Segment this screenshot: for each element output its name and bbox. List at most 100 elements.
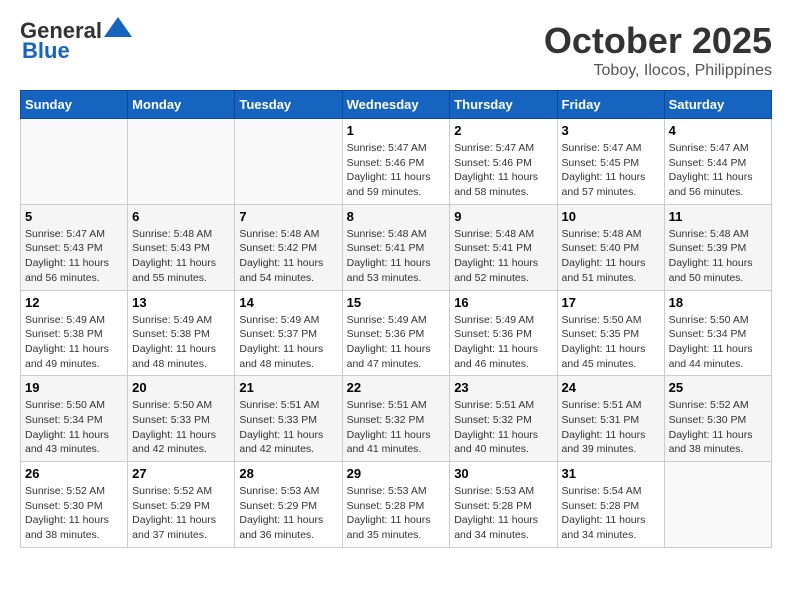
day-number: 5 xyxy=(25,209,123,224)
day-number: 11 xyxy=(669,209,767,224)
calendar-cell: 8 Sunrise: 5:48 AM Sunset: 5:41 PM Daylig… xyxy=(342,204,450,290)
day-number: 17 xyxy=(562,295,660,310)
calendar-body: 1 Sunrise: 5:47 AM Sunset: 5:46 PM Daylig… xyxy=(21,119,772,548)
day-number: 16 xyxy=(454,295,552,310)
day-number: 18 xyxy=(669,295,767,310)
day-number: 26 xyxy=(25,466,123,481)
calendar-header-saturday: Saturday xyxy=(664,91,771,119)
cell-info: Sunrise: 5:48 AM Sunset: 5:43 PM Dayligh… xyxy=(132,227,230,286)
cell-info: Sunrise: 5:48 AM Sunset: 5:39 PM Dayligh… xyxy=(669,227,767,286)
cell-info: Sunrise: 5:49 AM Sunset: 5:38 PM Dayligh… xyxy=(132,313,230,372)
cell-info: Sunrise: 5:51 AM Sunset: 5:31 PM Dayligh… xyxy=(562,398,660,457)
calendar-cell: 13 Sunrise: 5:49 AM Sunset: 5:38 PM Dayli… xyxy=(128,290,235,376)
calendar-cell: 19Sunrise: 5:50 AM Sunset: 5:34 PM Dayli… xyxy=(21,376,128,462)
calendar-cell: 5 Sunrise: 5:47 AM Sunset: 5:43 PM Daylig… xyxy=(21,204,128,290)
calendar-cell: 4 Sunrise: 5:47 AM Sunset: 5:44 PM Daylig… xyxy=(664,119,771,205)
day-number: 4 xyxy=(669,123,767,138)
cell-info: Sunrise: 5:52 AM Sunset: 5:29 PM Dayligh… xyxy=(132,484,230,543)
calendar-cell: 21 Sunrise: 5:51 AM Sunset: 5:33 PM Dayli… xyxy=(235,376,342,462)
cell-info: Sunrise: 5:47 AM Sunset: 5:44 PM Dayligh… xyxy=(669,141,767,200)
cell-info: Sunrise: 5:51 AM Sunset: 5:32 PM Dayligh… xyxy=(454,398,552,457)
calendar-cell: 29 Sunrise: 5:53 AM Sunset: 5:28 PM Dayli… xyxy=(342,462,450,548)
cell-info: Sunrise: 5:48 AM Sunset: 5:42 PM Dayligh… xyxy=(239,227,337,286)
cell-info: Sunrise: 5:53 AM Sunset: 5:28 PM Dayligh… xyxy=(347,484,446,543)
calendar-cell: 22 Sunrise: 5:51 AM Sunset: 5:32 PM Dayli… xyxy=(342,376,450,462)
calendar-cell: 9Sunrise: 5:48 AM Sunset: 5:41 PM Daylig… xyxy=(450,204,557,290)
cell-info: Sunrise: 5:47 AM Sunset: 5:46 PM Dayligh… xyxy=(454,141,552,200)
calendar-cell: 24Sunrise: 5:51 AM Sunset: 5:31 PM Dayli… xyxy=(557,376,664,462)
calendar-cell: 14 Sunrise: 5:49 AM Sunset: 5:37 PM Dayli… xyxy=(235,290,342,376)
calendar-cell: 25Sunrise: 5:52 AM Sunset: 5:30 PM Dayli… xyxy=(664,376,771,462)
day-number: 21 xyxy=(239,380,337,395)
cell-info: Sunrise: 5:48 AM Sunset: 5:40 PM Dayligh… xyxy=(562,227,660,286)
calendar-cell xyxy=(21,119,128,205)
calendar-week-row: 12Sunrise: 5:49 AM Sunset: 5:38 PM Dayli… xyxy=(21,290,772,376)
calendar-cell: 12Sunrise: 5:49 AM Sunset: 5:38 PM Dayli… xyxy=(21,290,128,376)
cell-info: Sunrise: 5:51 AM Sunset: 5:32 PM Dayligh… xyxy=(347,398,446,457)
title-area: October 2025 Toboy, Ilocos, Philippines xyxy=(544,20,772,80)
cell-info: Sunrise: 5:47 AM Sunset: 5:43 PM Dayligh… xyxy=(25,227,123,286)
day-number: 1 xyxy=(347,123,446,138)
calendar-cell: 23 Sunrise: 5:51 AM Sunset: 5:32 PM Dayli… xyxy=(450,376,557,462)
calendar-week-row: 1 Sunrise: 5:47 AM Sunset: 5:46 PM Daylig… xyxy=(21,119,772,205)
cell-info: Sunrise: 5:50 AM Sunset: 5:33 PM Dayligh… xyxy=(132,398,230,457)
calendar-table: SundayMondayTuesdayWednesdayThursdayFrid… xyxy=(20,90,772,548)
calendar-header-wednesday: Wednesday xyxy=(342,91,450,119)
page-header: General Blue October 2025 Toboy, Ilocos,… xyxy=(20,20,772,80)
day-number: 14 xyxy=(239,295,337,310)
calendar-header-sunday: Sunday xyxy=(21,91,128,119)
cell-info: Sunrise: 5:49 AM Sunset: 5:36 PM Dayligh… xyxy=(347,313,446,372)
logo-icon xyxy=(104,17,132,37)
calendar-cell: 17Sunrise: 5:50 AM Sunset: 5:35 PM Dayli… xyxy=(557,290,664,376)
day-number: 27 xyxy=(132,466,230,481)
cell-info: Sunrise: 5:50 AM Sunset: 5:34 PM Dayligh… xyxy=(669,313,767,372)
logo: General Blue xyxy=(20,20,132,64)
cell-info: Sunrise: 5:52 AM Sunset: 5:30 PM Dayligh… xyxy=(25,484,123,543)
day-number: 3 xyxy=(562,123,660,138)
day-number: 13 xyxy=(132,295,230,310)
cell-info: Sunrise: 5:49 AM Sunset: 5:36 PM Dayligh… xyxy=(454,313,552,372)
cell-info: Sunrise: 5:53 AM Sunset: 5:28 PM Dayligh… xyxy=(454,484,552,543)
calendar-cell: 10 Sunrise: 5:48 AM Sunset: 5:40 PM Dayli… xyxy=(557,204,664,290)
day-number: 8 xyxy=(347,209,446,224)
calendar-cell: 11 Sunrise: 5:48 AM Sunset: 5:39 PM Dayli… xyxy=(664,204,771,290)
month-title: October 2025 xyxy=(544,20,772,62)
calendar-cell: 3Sunrise: 5:47 AM Sunset: 5:45 PM Daylig… xyxy=(557,119,664,205)
day-number: 15 xyxy=(347,295,446,310)
logo-blue-text: Blue xyxy=(22,38,70,64)
calendar-week-row: 5 Sunrise: 5:47 AM Sunset: 5:43 PM Daylig… xyxy=(21,204,772,290)
day-number: 20 xyxy=(132,380,230,395)
location: Toboy, Ilocos, Philippines xyxy=(544,62,772,80)
calendar-week-row: 19Sunrise: 5:50 AM Sunset: 5:34 PM Dayli… xyxy=(21,376,772,462)
day-number: 29 xyxy=(347,466,446,481)
calendar-header-thursday: Thursday xyxy=(450,91,557,119)
calendar-cell: 26 Sunrise: 5:52 AM Sunset: 5:30 PM Dayli… xyxy=(21,462,128,548)
day-number: 31 xyxy=(562,466,660,481)
cell-info: Sunrise: 5:50 AM Sunset: 5:34 PM Dayligh… xyxy=(25,398,123,457)
cell-info: Sunrise: 5:48 AM Sunset: 5:41 PM Dayligh… xyxy=(347,227,446,286)
day-number: 7 xyxy=(239,209,337,224)
cell-info: Sunrise: 5:51 AM Sunset: 5:33 PM Dayligh… xyxy=(239,398,337,457)
day-number: 2 xyxy=(454,123,552,138)
cell-info: Sunrise: 5:54 AM Sunset: 5:28 PM Dayligh… xyxy=(562,484,660,543)
day-number: 30 xyxy=(454,466,552,481)
calendar-cell: 2 Sunrise: 5:47 AM Sunset: 5:46 PM Daylig… xyxy=(450,119,557,205)
calendar-cell xyxy=(664,462,771,548)
calendar-cell: 1 Sunrise: 5:47 AM Sunset: 5:46 PM Daylig… xyxy=(342,119,450,205)
calendar-header-monday: Monday xyxy=(128,91,235,119)
calendar-cell xyxy=(235,119,342,205)
day-number: 22 xyxy=(347,380,446,395)
calendar-cell: 16 Sunrise: 5:49 AM Sunset: 5:36 PM Dayli… xyxy=(450,290,557,376)
calendar-header-tuesday: Tuesday xyxy=(235,91,342,119)
calendar-header-friday: Friday xyxy=(557,91,664,119)
cell-info: Sunrise: 5:52 AM Sunset: 5:30 PM Dayligh… xyxy=(669,398,767,457)
cell-info: Sunrise: 5:49 AM Sunset: 5:38 PM Dayligh… xyxy=(25,313,123,372)
cell-info: Sunrise: 5:49 AM Sunset: 5:37 PM Dayligh… xyxy=(239,313,337,372)
cell-info: Sunrise: 5:47 AM Sunset: 5:46 PM Dayligh… xyxy=(347,141,446,200)
calendar-cell: 30 Sunrise: 5:53 AM Sunset: 5:28 PM Dayli… xyxy=(450,462,557,548)
day-number: 23 xyxy=(454,380,552,395)
day-number: 10 xyxy=(562,209,660,224)
calendar-cell: 27 Sunrise: 5:52 AM Sunset: 5:29 PM Dayli… xyxy=(128,462,235,548)
calendar-cell: 20 Sunrise: 5:50 AM Sunset: 5:33 PM Dayli… xyxy=(128,376,235,462)
day-number: 28 xyxy=(239,466,337,481)
